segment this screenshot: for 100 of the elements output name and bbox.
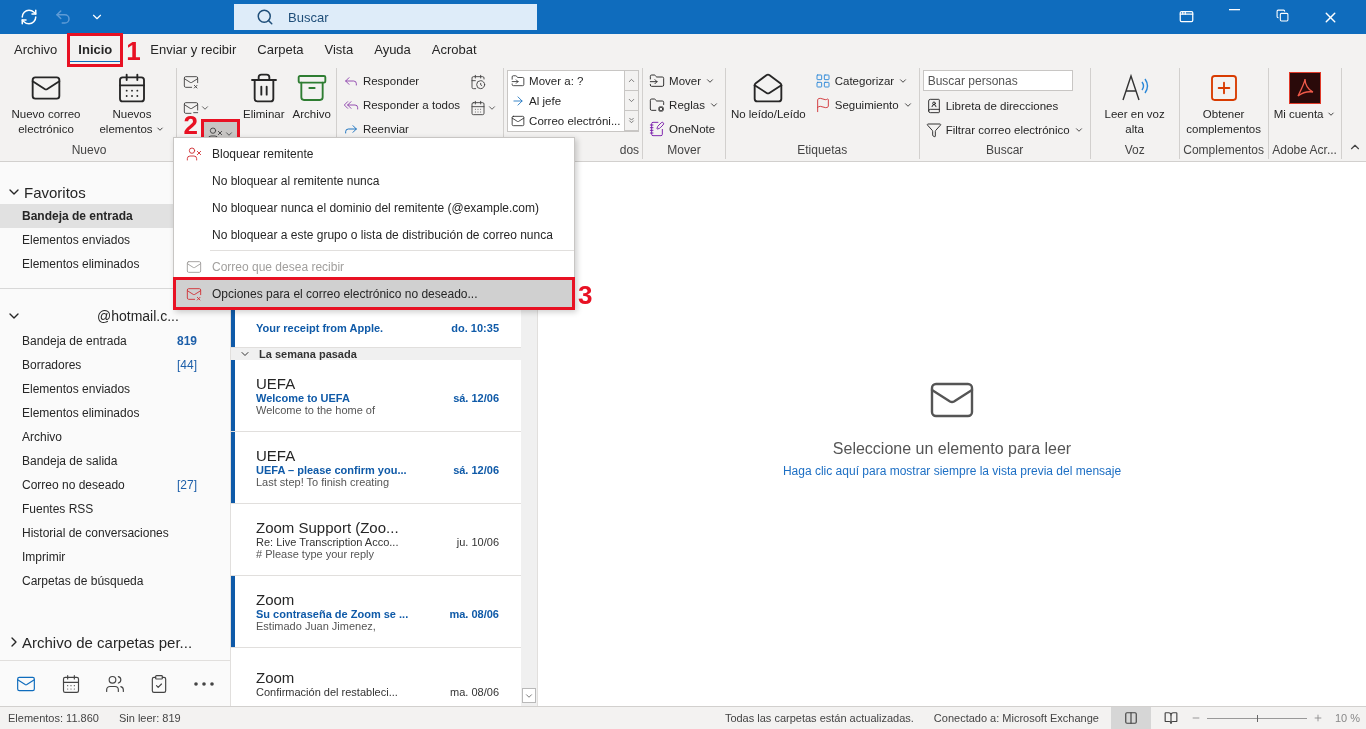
archive-folder-header[interactable]: Archivo de carpetas per... <box>0 629 230 655</box>
ribbon-button[interactable]: Archivo <box>290 70 333 124</box>
ribbon-button[interactable]: Libreta de direcciones <box>922 95 1087 117</box>
preview-link[interactable]: Haga clic aquí para mostrar siempre la vista previa del mensaje <box>782 464 1122 478</box>
folder-item[interactable]: Elementos eliminados <box>0 401 230 425</box>
folder-item[interactable]: Imprimir <box>0 545 230 569</box>
move-folder-icon <box>511 74 526 88</box>
menu-item[interactable]: No bloquear al remitente nunca <box>176 167 572 194</box>
nav-button[interactable] <box>191 679 216 688</box>
annotation-number: 2 <box>183 111 198 138</box>
filter-icon <box>925 122 942 138</box>
annotation-frame <box>67 33 124 67</box>
block-user-icon <box>186 146 202 162</box>
arrow-right-icon <box>511 94 526 108</box>
group-label: Voz <box>1123 143 1146 159</box>
more-icon <box>193 681 214 686</box>
annotation-number: 1 <box>126 38 141 65</box>
status-text: Conectado a: Microsoft Exchange <box>933 712 1099 724</box>
folder-item[interactable]: Archivo <box>0 425 230 449</box>
caret-icon <box>224 129 234 139</box>
ribbon-button[interactable]: Nuevo correo electrónico <box>5 70 87 139</box>
ribbon-button[interactable]: Leer en voz alta <box>1093 70 1176 139</box>
ribbon-button[interactable]: Categorizar <box>811 70 916 92</box>
annotation-number: 3 <box>578 281 593 308</box>
group-label: Buscar <box>984 143 1025 159</box>
folder-item[interactable]: Elementos enviados <box>0 377 230 401</box>
ribbon-button[interactable]: Nuevos elementos <box>91 70 173 139</box>
group-label: Adobe Acr... <box>1271 143 1338 159</box>
folder-item[interactable]: Borradores [44] <box>0 353 230 377</box>
category-grid-icon <box>814 73 831 89</box>
people-icon <box>104 673 125 694</box>
folder-item[interactable]: Bandeja de salida <box>0 449 230 473</box>
move-folder-icon <box>649 73 666 89</box>
ribbon-tab[interactable]: Enviar y recibir <box>142 36 245 64</box>
quick-step[interactable]: Correo electróni... <box>508 111 625 131</box>
folder-item[interactable]: Correo no deseado [27] <box>0 473 230 497</box>
ribbon-tab[interactable]: Vista <box>316 36 362 64</box>
caret-icon <box>200 103 210 113</box>
ribbon-button[interactable]: Mi cuenta <box>1271 70 1338 124</box>
quick-step[interactable]: Mover a: ? <box>508 71 625 91</box>
ribbon-button[interactable]: Filtrar correo electrónico <box>922 119 1087 141</box>
ribbon-button[interactable]: No leído/Leído <box>728 70 808 124</box>
rules-icon <box>649 97 666 113</box>
ribbon-button[interactable]: Reglas <box>646 94 722 116</box>
restore-icon <box>1275 8 1289 22</box>
meeting-icon <box>470 74 487 90</box>
folder-item[interactable]: Carpetas de búsqueda <box>0 569 230 593</box>
status-text: Todas las carpetas están actualizadas. <box>724 712 914 724</box>
open-envelope-icon <box>752 72 785 104</box>
flag-icon <box>814 97 831 113</box>
caret-icon <box>705 76 716 86</box>
group-header[interactable]: La semana pasada <box>231 348 521 360</box>
folder-item[interactable]: Fuentes RSS <box>0 497 230 521</box>
archive-box-icon <box>295 72 328 104</box>
search-people-field[interactable]: Buscar personas <box>922 70 1073 91</box>
status-text: Sin leer: 819 <box>118 712 181 724</box>
ribbon-tab[interactable]: Ayuda <box>366 36 419 64</box>
sync-icon <box>20 8 38 26</box>
group-label: Complementos <box>1182 143 1265 159</box>
ribbon-tab[interactable]: Acrobat <box>423 36 485 64</box>
ribbon-button[interactable]: Mover <box>646 70 722 92</box>
caret-icon <box>898 76 909 86</box>
caret-icon <box>627 76 637 85</box>
caret-icon <box>708 100 719 110</box>
caret-icon <box>902 100 913 110</box>
minimize-icon <box>1228 8 1240 11</box>
reading-view-icon <box>1163 711 1178 725</box>
calendar-mail-icon <box>116 72 148 104</box>
empty-message: Seleccione un elemento para leer <box>832 440 1072 458</box>
undo-icon <box>54 8 72 26</box>
caret-icon <box>627 96 637 105</box>
pdf-logo-icon <box>1288 72 1321 104</box>
ribbon-tab[interactable]: Archivo <box>6 36 66 64</box>
group-label: Mover <box>666 143 702 159</box>
folder-item[interactable]: Historial de conversaciones <box>0 521 230 545</box>
quick-step[interactable]: Al jefe <box>508 91 625 111</box>
ribbon-button[interactable]: Obtener complementos <box>1182 70 1265 139</box>
ribbon-button[interactable]: Eliminar <box>241 70 287 124</box>
search-field[interactable]: Buscar <box>234 4 537 30</box>
zoom-in-icon <box>1312 713 1323 723</box>
normal-view-icon <box>1123 711 1138 725</box>
ribbon-button[interactable]: OneNote <box>646 118 722 140</box>
folder-item[interactable]: Bandeja de entrada 819 <box>0 329 230 353</box>
caret-icon <box>1073 125 1084 135</box>
ribbon-button[interactable]: Responder a todos <box>339 94 464 116</box>
calendar-more-icon <box>470 100 487 116</box>
view-button[interactable] <box>1110 707 1151 729</box>
menu-item[interactable]: Bloquear remitente <box>176 140 572 167</box>
caret-icon <box>627 116 637 125</box>
junk-mail-icon <box>186 286 202 302</box>
envelope-icon <box>511 114 526 128</box>
ribbon-button[interactable]: Responder <box>339 70 464 92</box>
ribbon-tab[interactable]: Carpeta <box>249 36 312 64</box>
ribbon-button[interactable]: Reenviar <box>339 118 464 140</box>
status-text: Elementos: 11.860 <box>8 712 99 724</box>
calendar-icon <box>60 673 81 694</box>
ignore-icon <box>183 74 199 90</box>
ribbon-button[interactable]: Seguimiento <box>811 94 916 116</box>
window-icon <box>1178 8 1194 24</box>
group-label: Etiquetas <box>796 143 849 159</box>
